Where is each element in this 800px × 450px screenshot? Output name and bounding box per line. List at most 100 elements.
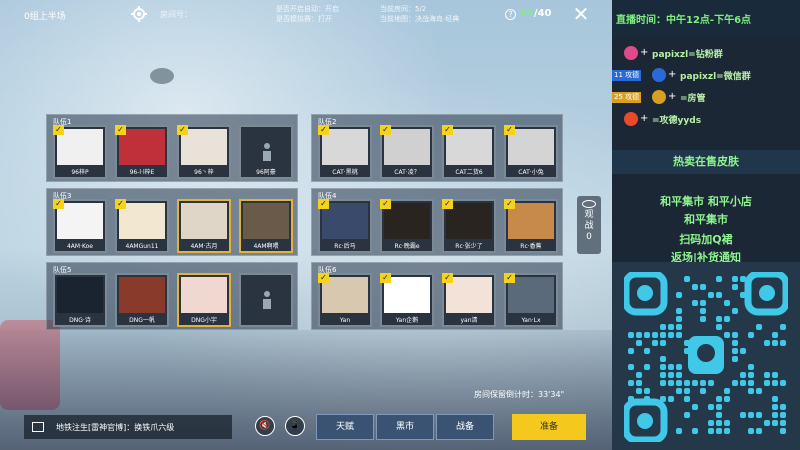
- ready-check-icon: ✓: [380, 273, 391, 283]
- team-panel: 队伍4 Rc·后马 ✓ Rc·晚霸e ✓ Rc·张少了 ✓ Rc·香蕉 ✓: [311, 188, 563, 256]
- team-panel: 队伍1 96梓P ✓ 96-l·l梓E ✓ 96丶梓 ✓ 96阿豪: [46, 114, 298, 182]
- player-slot[interactable]: CAT二货6 ✓: [442, 125, 496, 179]
- auto-setting: 是否开启自动：开启: [276, 5, 339, 13]
- ready-check-icon: ✓: [442, 125, 453, 135]
- phone-button[interactable]: 📱: [285, 416, 305, 436]
- chat-bar[interactable]: 地铁注生[雷神官博]：换铁爪六级: [24, 415, 232, 439]
- player-avatar: [181, 277, 227, 313]
- player-slot[interactable]: [239, 273, 293, 327]
- contact-text: =攻德yyds: [652, 116, 702, 126]
- talent-button[interactable]: 天赋: [316, 414, 374, 440]
- player-name: DNG一帆: [129, 317, 155, 324]
- player-slot[interactable]: yan清 ✓: [442, 273, 496, 327]
- player-slot[interactable]: CAT·黑桃 ✓: [318, 125, 372, 179]
- spectate-button[interactable]: 观战 0: [577, 196, 601, 254]
- help-icon[interactable]: ?: [505, 9, 516, 20]
- ready-button[interactable]: 准备: [512, 414, 586, 440]
- ready-check-icon: ✓: [504, 125, 515, 135]
- player-name: Rc·晚霸e: [394, 243, 420, 250]
- plus-icon: +: [640, 113, 649, 124]
- player-name: 96梓P: [71, 169, 89, 176]
- plus-icon: +: [640, 47, 649, 58]
- spectate-label: 观战: [584, 210, 594, 231]
- player-slot[interactable]: DNG·诗: [53, 273, 107, 327]
- contact-row: 25 攻德 + =房管: [612, 88, 800, 106]
- room-timer: 房间保留倒计时：33'34": [474, 390, 565, 399]
- mic-toggle-button[interactable]: 🔇: [255, 416, 275, 436]
- ready-check-icon: ✓: [115, 199, 126, 209]
- player-name: CAT·凌？: [394, 169, 420, 176]
- team-panel: 队伍5 DNG·诗 DNG一帆 DNG小宇: [46, 262, 298, 330]
- ready-check-icon: ✓: [380, 199, 391, 209]
- player-avatar: [181, 203, 227, 239]
- player-name: CAT·小兔: [518, 169, 544, 176]
- player-slot[interactable]: 96-l·l梓E ✓: [115, 125, 169, 179]
- player-name: CAT·黑桃: [332, 169, 358, 176]
- contact-row: 11 攻德 + papixzl=微信群: [612, 66, 800, 84]
- player-slot[interactable]: 96梓P ✓: [53, 125, 107, 179]
- empty-slot-icon: [263, 291, 271, 309]
- player-slot[interactable]: CAT·小兔 ✓: [504, 125, 558, 179]
- player-slot[interactable]: Rc·张少了 ✓: [442, 199, 496, 253]
- ready-check-icon: ✓: [442, 199, 453, 209]
- player-slot[interactable]: 4AM啊喂: [239, 199, 293, 253]
- contact-row: + =攻德yyds: [612, 110, 800, 128]
- player-avatar: [119, 277, 165, 313]
- close-button[interactable]: ✕: [571, 4, 591, 25]
- player-name: Yan: [339, 317, 351, 324]
- player-slot[interactable]: 96阿豪: [239, 125, 293, 179]
- spectate-count: 0: [586, 232, 592, 242]
- player-name: 4AMGun11: [125, 243, 159, 250]
- platform-icon: [624, 112, 638, 126]
- player-slot[interactable]: 96丶梓 ✓: [177, 125, 231, 179]
- player-avatar: [243, 203, 289, 239]
- player-slot[interactable]: Rc·晚霸e ✓: [380, 199, 434, 253]
- ready-check-icon: ✓: [53, 125, 64, 135]
- contact-text: papixzl=微信群: [680, 72, 751, 82]
- chat-icon: [32, 422, 44, 432]
- player-slot[interactable]: Rc·香蕉 ✓: [504, 199, 558, 253]
- ready-check-icon: ✓: [318, 273, 329, 283]
- qr-panel: [612, 262, 800, 450]
- black-market-button[interactable]: 黑市: [376, 414, 434, 440]
- stream-header: 直播时间：中午12点-下午6点: [612, 0, 800, 36]
- ready-check-icon: ✓: [504, 199, 515, 209]
- ready-check-icon: ✓: [442, 273, 453, 283]
- room-id: 房间号：: [160, 10, 192, 19]
- ready-check-icon: ✓: [115, 125, 126, 135]
- player-slot[interactable]: 4AM·Koe ✓: [53, 199, 107, 253]
- ready-check-icon: ✓: [318, 125, 329, 135]
- player-slot[interactable]: DNG一帆: [115, 273, 169, 327]
- top-bar: 0组上半场 房间号： 是否开启自动：开启 是否模拟赛：打开 当前房间：5/2 当…: [0, 0, 612, 30]
- player-slot[interactable]: 4AM·古月: [177, 199, 231, 253]
- player-slot[interactable]: Yan·Lx ✓: [504, 273, 558, 327]
- team-panel: 队伍2 CAT·黑桃 ✓ CAT·凌？ ✓ CAT二货6 ✓ CAT·小兔 ✓: [311, 114, 563, 182]
- gear-icon[interactable]: [131, 6, 147, 22]
- platform-icon: [652, 90, 666, 104]
- sim-setting: 是否模拟赛：打开: [276, 15, 332, 23]
- player-name: 4AM·古月: [190, 243, 218, 250]
- contact-text: =房管: [680, 94, 706, 104]
- outfit-button[interactable]: 战备: [436, 414, 494, 440]
- map-name: 当前地图：决战海岛·经典: [380, 15, 460, 23]
- player-slot[interactable]: 4AMGun11 ✓: [115, 199, 169, 253]
- player-slot[interactable]: Yan ✓: [318, 273, 372, 327]
- player-slot[interactable]: DNG小宇: [177, 273, 231, 327]
- player-name: 96-l·l梓E: [129, 169, 155, 176]
- platform-icon: [652, 68, 666, 82]
- player-slot[interactable]: CAT·凌？ ✓: [380, 125, 434, 179]
- background-robot: [0, 320, 60, 410]
- background-orb: [150, 68, 174, 84]
- room-name: 0组上半场: [24, 12, 66, 22]
- fan-badge: 11 攻德: [612, 70, 642, 81]
- player-name: 4AM啊喂: [253, 243, 279, 250]
- player-slot[interactable]: Yan企鹅 ✓: [380, 273, 434, 327]
- ready-check-icon: ✓: [504, 273, 515, 283]
- player-slot[interactable]: Rc·后马 ✓: [318, 199, 372, 253]
- player-name: 96阿豪: [256, 169, 276, 176]
- ready-check-icon: ✓: [177, 125, 188, 135]
- eye-icon: [582, 200, 596, 208]
- player-name: 96丶梓: [194, 169, 214, 176]
- player-name: yan清: [460, 317, 478, 324]
- player-name: 4AM·Koe: [66, 243, 93, 250]
